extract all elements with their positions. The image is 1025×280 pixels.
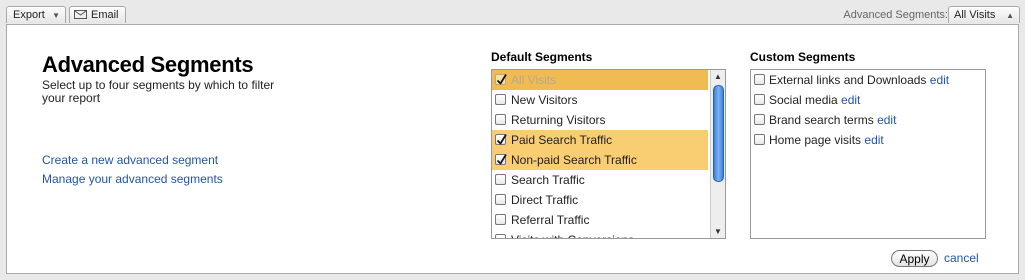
default-segments-list[interactable]: Visits with Conversions Referral Traffic D…: [491, 69, 726, 239]
advanced-segments-panel: Advanced Segments Select up to four segm…: [6, 24, 1019, 274]
checkbox[interactable]: [754, 134, 765, 145]
checkbox[interactable]: [495, 134, 507, 145]
custom-segment-row[interactable]: Brand search terms edit: [751, 110, 985, 130]
email-label: Email: [91, 9, 119, 21]
default-segment-row[interactable]: Direct Traffic: [492, 190, 708, 210]
segment-label: New Visitors: [511, 93, 578, 107]
segment-label: Referral Traffic: [511, 213, 590, 227]
checkbox[interactable]: [495, 214, 506, 225]
default-segment-row[interactable]: Returning Visitors: [492, 110, 708, 130]
segment-label: Paid Search Traffic: [511, 133, 613, 147]
apply-button[interactable]: Apply: [891, 250, 938, 267]
checkbox: [495, 74, 507, 85]
default-segment-row: All Visits: [492, 70, 708, 90]
segment-label: Direct Traffic: [511, 193, 579, 207]
custom-segments-heading: Custom Segments: [750, 50, 856, 64]
cancel-link[interactable]: cancel: [944, 251, 979, 265]
export-button[interactable]: Export ▼: [6, 6, 66, 23]
segment-label: Social media edit: [769, 90, 860, 110]
checkbox[interactable]: [754, 74, 765, 85]
segment-label: Search Traffic: [511, 173, 585, 187]
default-segment-row[interactable]: Non-paid Search Traffic: [492, 150, 708, 170]
edit-segment-link[interactable]: edit: [877, 113, 896, 127]
toolbar: Export ▼ Email Advanced Segments: All Vi…: [0, 0, 1025, 26]
page-title: Advanced Segments: [42, 52, 254, 77]
segment-label: Non-paid Search Traffic: [511, 153, 637, 167]
default-segments-heading: Default Segments: [491, 50, 593, 64]
default-segment-row[interactable]: New Visitors: [492, 90, 708, 110]
segment-selector-button[interactable]: All Visits ▲: [948, 6, 1020, 23]
envelope-icon: [74, 10, 87, 19]
custom-segments-list: Home page visits edit Brand search terms …: [750, 69, 986, 239]
segment-label: Home page visits edit: [769, 130, 884, 150]
checkbox[interactable]: [495, 174, 506, 185]
segment-selector-value: All Visits: [954, 9, 996, 21]
checkbox[interactable]: [754, 114, 765, 125]
scrollbar[interactable]: ▲ ▼: [710, 70, 725, 238]
edit-segment-link[interactable]: edit: [930, 73, 949, 87]
segment-label-text: Social media: [769, 93, 838, 107]
panel-subtitle: Select up to four segments by which to f…: [42, 78, 275, 105]
email-button[interactable]: Email: [69, 6, 126, 23]
custom-segment-row[interactable]: External links and Downloads edit: [751, 70, 985, 90]
checkbox[interactable]: [754, 94, 765, 105]
segment-label: Returning Visitors: [511, 113, 606, 127]
default-segment-row[interactable]: Paid Search Traffic: [492, 130, 708, 150]
checkbox[interactable]: [495, 114, 506, 125]
chevron-up-icon: ▲: [1006, 11, 1014, 20]
advanced-segments-label: Advanced Segments:: [843, 9, 948, 21]
edit-segment-link[interactable]: edit: [841, 93, 860, 107]
default-segment-row[interactable]: Visits with Conversions: [492, 230, 708, 238]
segment-label: External links and Downloads edit: [769, 70, 949, 90]
segment-label: Brand search terms edit: [769, 110, 896, 130]
default-segment-row[interactable]: Referral Traffic: [492, 210, 708, 230]
segment-label: Visits with Conversions: [511, 230, 634, 238]
segment-label-text: Home page visits: [769, 133, 862, 147]
custom-segment-row[interactable]: Social media edit: [751, 90, 985, 110]
segment-label-text: Brand search terms: [769, 113, 874, 127]
checkbox[interactable]: [495, 154, 507, 165]
scrollbar-thumb[interactable]: [713, 85, 724, 182]
checkbox[interactable]: [495, 234, 506, 238]
checkbox[interactable]: [495, 94, 506, 105]
checkbox[interactable]: [495, 194, 506, 205]
segment-label-text: External links and Downloads: [769, 73, 927, 87]
segment-label: All Visits: [511, 73, 557, 87]
chevron-down-icon: ▼: [52, 11, 60, 20]
manage-segments-link[interactable]: Manage your advanced segments: [42, 172, 223, 186]
create-segment-link[interactable]: Create a new advanced segment: [42, 153, 218, 167]
export-label: Export: [13, 9, 45, 21]
scroll-down-icon[interactable]: ▼: [711, 225, 725, 238]
scroll-up-icon[interactable]: ▲: [711, 70, 725, 83]
edit-segment-link[interactable]: edit: [864, 133, 883, 147]
default-segment-row[interactable]: Search Traffic: [492, 170, 708, 190]
custom-segment-row[interactable]: Home page visits edit: [751, 130, 985, 150]
